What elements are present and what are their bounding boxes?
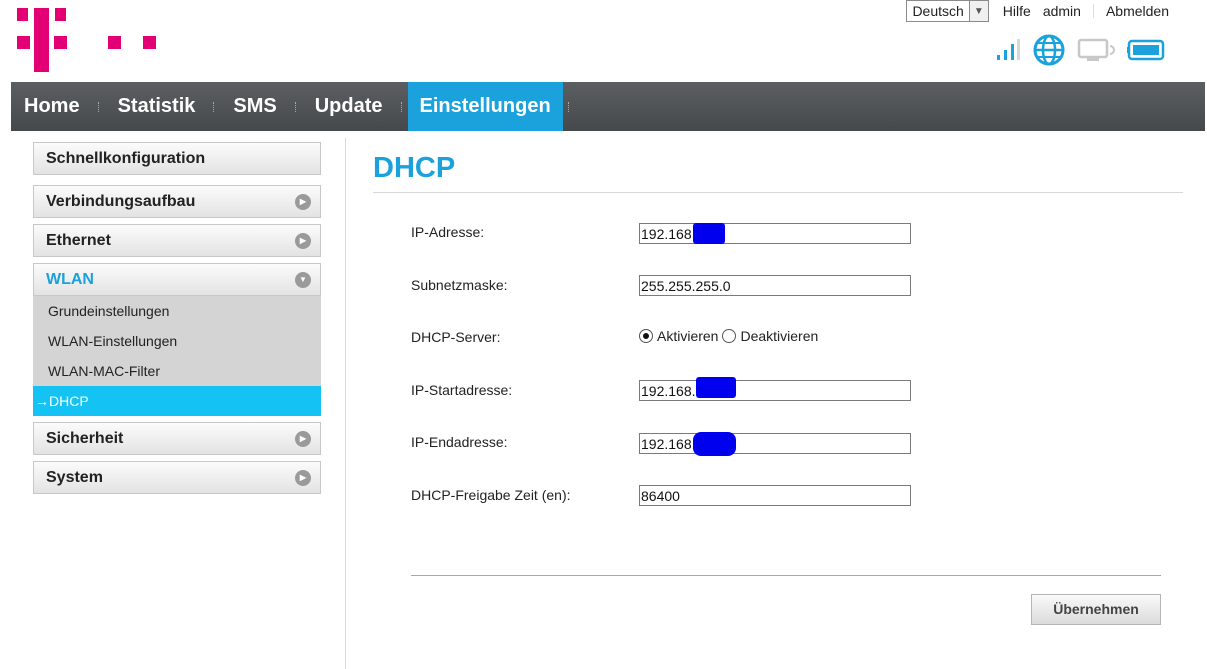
submenu-item-mac-filter[interactable]: WLAN-MAC-Filter — [33, 356, 321, 386]
submenu-item-wlan-settings[interactable]: WLAN-Einstellungen — [33, 326, 321, 356]
lease-time-input[interactable] — [639, 485, 911, 506]
ip-address-input[interactable] — [639, 223, 911, 244]
nav-sms[interactable]: SMS — [220, 82, 289, 131]
nav-update[interactable]: Update — [302, 82, 396, 131]
telekom-logo[interactable] — [17, 6, 157, 72]
subnet-mask-label: Subnetzmaske: — [411, 277, 508, 293]
ip-end-label: IP-Endadresse: — [411, 434, 508, 450]
nav-statistik[interactable]: Statistik — [105, 82, 209, 131]
dhcp-server-label: DHCP-Server: — [411, 329, 501, 345]
dhcp-server-radio-group: Aktivieren Deaktivieren — [639, 328, 822, 344]
globe-icon — [1033, 34, 1065, 71]
redaction-mark — [693, 223, 725, 244]
nav-home[interactable]: Home — [11, 82, 93, 131]
sidebar-item-label: Ethernet — [46, 232, 111, 249]
nav-divider — [294, 101, 297, 112]
divider — [345, 138, 346, 669]
sidebar-item-label: Verbindungsaufbau — [46, 193, 196, 210]
signal-strength-icon — [995, 39, 1021, 66]
lease-time-label: DHCP-Freigabe Zeit (en): — [411, 487, 571, 503]
language-select[interactable]: Deutsch ▼ — [906, 0, 989, 22]
chevron-right-icon: ▶ — [295, 431, 311, 447]
nav-divider — [97, 101, 100, 112]
dhcp-enable-label[interactable]: Aktivieren — [657, 328, 718, 344]
page-title: DHCP — [373, 152, 456, 184]
sidebar-item-quick-config[interactable]: Schnellkonfiguration — [33, 142, 321, 175]
sidebar-item-label: WLAN — [46, 271, 94, 288]
header: Deutsch ▼ Hilfe admin Abmelden — [11, 0, 1205, 82]
help-link[interactable]: Hilfe — [1003, 3, 1031, 19]
wlan-submenu: Grundeinstellungen WLAN-Einstellungen WL… — [33, 296, 321, 416]
apply-button[interactable]: Übernehmen — [1031, 594, 1161, 625]
sidebar-item-label: Schnellkonfiguration — [46, 150, 206, 167]
nav-divider — [213, 101, 215, 112]
ip-start-input[interactable] — [639, 380, 911, 401]
nav-einstellungen[interactable]: Einstellungen — [407, 82, 563, 131]
dhcp-disable-radio[interactable] — [722, 329, 737, 343]
submenu-item-basic[interactable]: Grundeinstellungen — [33, 296, 321, 326]
chevron-right-icon: ▶ — [295, 194, 311, 210]
top-bar: Deutsch ▼ Hilfe admin Abmelden — [906, 0, 1175, 22]
language-value: Deutsch — [912, 3, 964, 19]
dhcp-enable-radio[interactable] — [639, 329, 653, 343]
main-nav: Home Statistik SMS Update Einstellungen — [11, 82, 1205, 131]
subnet-mask-input[interactable] — [639, 275, 911, 296]
nav-divider — [400, 101, 403, 112]
ip-end-input[interactable] — [639, 433, 911, 454]
sidebar-item-label: Sicherheit — [46, 430, 124, 447]
redaction-mark — [696, 377, 736, 398]
dhcp-disable-label[interactable]: Deaktivieren — [740, 328, 818, 344]
divider — [411, 575, 1161, 576]
sidebar-item-security[interactable]: Sicherheit ▶ — [33, 422, 321, 455]
ip-start-label: IP-Startadresse: — [411, 382, 513, 398]
sidebar-item-connection[interactable]: Verbindungsaufbau ▶ — [33, 185, 321, 218]
chevron-right-icon: ▶ — [295, 470, 311, 486]
divider — [373, 192, 1183, 193]
nav-divider — [567, 101, 570, 112]
sidebar-item-label: System — [46, 469, 103, 486]
logout-link[interactable]: Abmelden — [1106, 3, 1169, 19]
device-icon — [1077, 38, 1115, 67]
ip-address-label: IP-Adresse: — [411, 224, 485, 240]
divider — [1092, 4, 1094, 18]
sidebar-item-system[interactable]: System ▶ — [33, 461, 321, 494]
sidebar: Schnellkonfiguration Verbindungsaufbau ▶… — [33, 142, 321, 500]
submenu-item-dhcp[interactable]: →DHCP — [33, 386, 321, 416]
user-name: admin — [1042, 3, 1081, 19]
redaction-mark — [693, 432, 736, 456]
sidebar-item-ethernet[interactable]: Ethernet ▶ — [33, 224, 321, 257]
chevron-down-icon[interactable]: ▼ — [968, 1, 988, 21]
status-icons — [995, 34, 1167, 71]
chevron-down-icon: ▼ — [295, 272, 311, 288]
battery-icon — [1127, 38, 1167, 67]
chevron-right-icon: ▶ — [295, 233, 311, 249]
sidebar-item-wlan[interactable]: WLAN ▼ — [33, 263, 321, 296]
